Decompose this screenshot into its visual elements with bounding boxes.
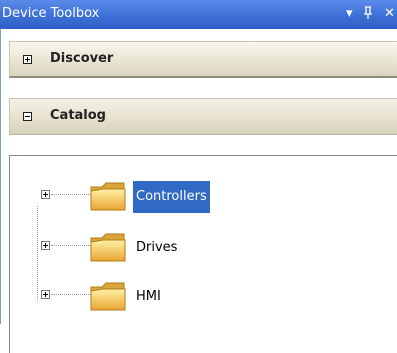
minus-box-icon[interactable] [23,112,32,121]
close-icon[interactable]: ✕ [384,6,395,22]
tree-branch-line [51,294,91,295]
tree-item-label: HMI [136,289,161,304]
tree-branch-line [51,194,91,195]
section-catalog[interactable]: Catalog [9,98,397,135]
folder-icon [88,178,128,214]
pin-icon[interactable] [363,6,373,25]
dropdown-icon[interactable]: ▾ [346,6,353,22]
expand-plus-icon[interactable] [41,190,50,199]
catalog-tree: Controllers Drives HMI [9,155,397,353]
tree-item-label: Controllers [133,181,210,213]
folder-icon [88,229,128,265]
expand-plus-icon[interactable] [41,290,50,299]
section-catalog-label: Catalog [50,108,106,123]
panel-title: Device Toolbox [2,6,100,21]
section-discover[interactable]: Discover [9,41,397,78]
toolbox-pane: Discover Catalog Controllers Drives HMI [0,29,397,353]
panel-title-bar: Device Toolbox ▾ ✕ [0,0,397,29]
section-discover-label: Discover [50,51,114,66]
tree-item-controllers[interactable]: Controllers [10,181,390,225]
tree-item-label: Drives [136,240,178,255]
folder-icon [88,278,128,314]
tree-item-hmi[interactable]: HMI [10,281,390,325]
tree-branch-line [51,245,91,246]
expand-plus-icon[interactable] [41,241,50,250]
plus-box-icon[interactable] [23,55,32,64]
tree-item-drives[interactable]: Drives [10,232,390,276]
